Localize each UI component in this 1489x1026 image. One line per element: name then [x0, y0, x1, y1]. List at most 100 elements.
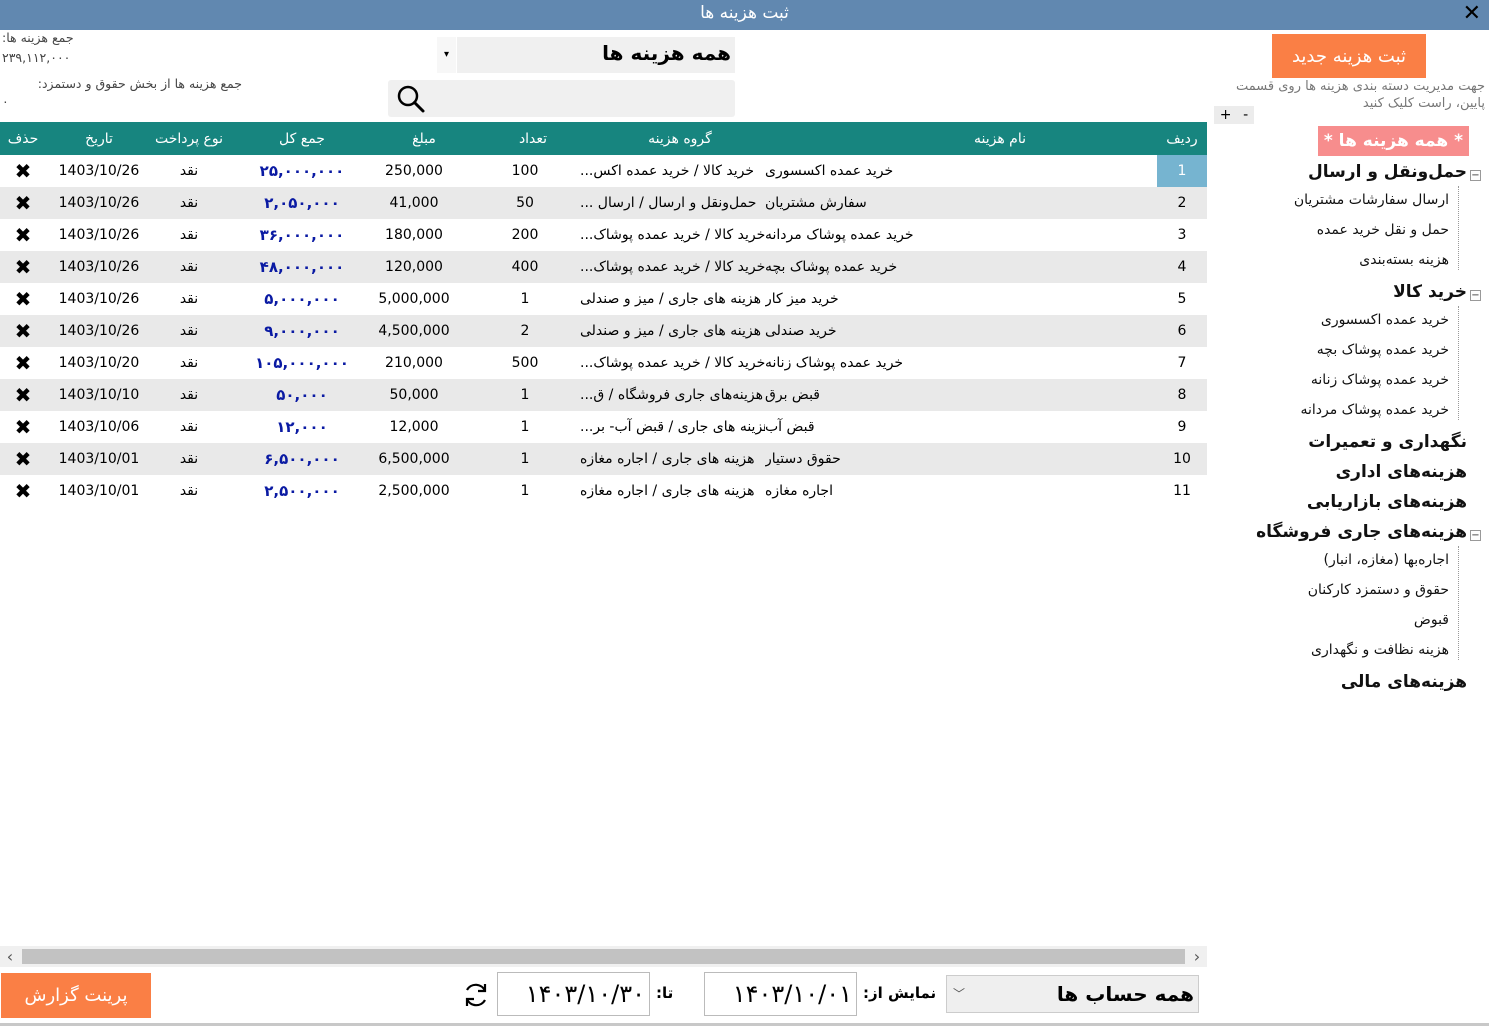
header-payment[interactable]: نوع پرداخت [152, 122, 226, 155]
tree-category[interactable]: خرید کالا [1393, 282, 1467, 302]
header-qty[interactable]: تعداد [470, 122, 596, 155]
chevron-down-icon[interactable]: ﹀ [953, 985, 965, 1002]
new-expense-button[interactable]: ثبت هزینه جدید [1272, 34, 1426, 78]
table-row[interactable]: ✖ 1403/10/26 نقد ۲۵,۰۰۰,۰۰۰ 250,000 100 خرید ک… [0, 155, 1207, 187]
dropdown-arrow-icon[interactable]: ▾ [437, 37, 457, 73]
table-row[interactable]: ✖ 1403/10/01 نقد ۶,۵۰۰,۰۰۰ 6,500,000 1 هزینه ه… [0, 443, 1207, 475]
delete-icon[interactable]: ✖ [0, 379, 46, 411]
header-name[interactable]: نام هزینه [780, 122, 1220, 155]
tree-subcategory[interactable]: خرید عمده پوشاک مردانه [1300, 402, 1449, 418]
table-row[interactable]: ✖ 1403/10/01 نقد ۲,۵۰۰,۰۰۰ 2,500,000 1 هزینه ه… [0, 475, 1207, 507]
expand-all-button[interactable]: + [1220, 107, 1232, 123]
delete-icon[interactable]: ✖ [0, 187, 46, 219]
cell-total: ۱۰۵,۰۰۰,۰۰۰ [255, 354, 349, 372]
tree-category[interactable]: هزینه‌های اداری [1336, 462, 1467, 482]
header-amount[interactable]: مبلغ [378, 122, 470, 155]
tree-subcategory[interactable]: ارسال سفارشات مشتریان [1294, 192, 1449, 208]
delete-icon[interactable]: ✖ [0, 283, 46, 315]
expenses-table: حذف تاریخ نوع پرداخت جمع کل مبلغ تعداد گ… [0, 122, 1207, 507]
table-row[interactable]: ✖ 1403/10/26 نقد ۲,۰۵۰,۰۰۰ 41,000 50 حمل‌ونقل … [0, 187, 1207, 219]
search-icon[interactable] [396, 84, 426, 114]
tree-root-all-expenses[interactable]: * همه هزینه ها * [1317, 126, 1469, 156]
cell-name: اجاره مغازه [765, 483, 833, 499]
cell-total: ۴۸,۰۰۰,۰۰۰ [259, 258, 345, 276]
print-report-button[interactable]: پرینت گزارش [1, 973, 151, 1018]
cell-date: 1403/10/01 [58, 451, 140, 467]
table-row[interactable]: ✖ 1403/10/20 نقد ۱۰۵,۰۰۰,۰۰۰ 210,000 500 خرید … [0, 347, 1207, 379]
header-delete[interactable]: حذف [0, 122, 46, 155]
tree-subcategory[interactable]: خرید عمده پوشاک زنانه [1311, 372, 1449, 388]
cell-qty: 1 [520, 483, 530, 499]
search-input[interactable] [436, 80, 732, 117]
delete-icon[interactable]: ✖ [0, 155, 46, 187]
cell-date: 1403/10/26 [58, 291, 140, 307]
delete-icon[interactable]: ✖ [0, 347, 46, 379]
scrollbar-thumb[interactable] [22, 949, 1185, 964]
cell-qty: 1 [520, 451, 530, 467]
delete-icon[interactable]: ✖ [0, 475, 46, 507]
tree-subcategory[interactable]: قبوض [1414, 612, 1449, 628]
tree-category[interactable]: حمل‌ونقل و ارسال [1308, 162, 1467, 182]
tree-category[interactable]: نگهداری و تعمیرات [1308, 432, 1467, 452]
header-index[interactable]: ردیف [1157, 122, 1207, 155]
cell-payment: نقد [179, 259, 199, 275]
tree-subcategory[interactable]: حقوق و دستمزد کارکنان [1308, 582, 1449, 598]
table-row[interactable]: ✖ 1403/10/06 نقد ۱۲,۰۰۰ 12,000 1 هزینه های جار… [0, 411, 1207, 443]
tree-category[interactable]: هزینه‌های بازاریابی [1307, 492, 1467, 512]
cell-payment: نقد [179, 227, 199, 243]
tree-connector [1458, 546, 1459, 660]
horizontal-scrollbar[interactable]: ‹ › [0, 946, 1207, 967]
account-dropdown[interactable]: همه حساب ها ﹀ [946, 975, 1199, 1013]
cell-index: 11 [1173, 483, 1191, 499]
delete-icon[interactable]: ✖ [0, 251, 46, 283]
table-row[interactable]: ✖ 1403/10/26 نقد ۵,۰۰۰,۰۰۰ 5,000,000 1 هزینه ه… [0, 283, 1207, 315]
scroll-left-icon[interactable]: ‹ [0, 946, 20, 967]
tree-subcategory[interactable]: خرید عمده پوشاک بچه [1317, 342, 1449, 358]
tree-subcategory[interactable]: حمل و نقل خرید عمده [1317, 222, 1449, 238]
collapse-node-icon[interactable]: − [1470, 290, 1481, 301]
to-date-field[interactable]: ۱۴۰۳/۱۰/۳۰ [497, 972, 650, 1016]
cell-total: ۲,۰۵۰,۰۰۰ [264, 194, 340, 212]
window-title: ثبت هزینه ها [700, 3, 789, 23]
table-row[interactable]: ✖ 1403/10/26 نقد ۴۸,۰۰۰,۰۰۰ 120,000 400 خرید ک… [0, 251, 1207, 283]
header-date[interactable]: تاریخ [46, 122, 152, 155]
tree-category[interactable]: هزینه‌های جاری فروشگاه [1256, 522, 1467, 542]
cell-total: ۵,۰۰۰,۰۰۰ [264, 290, 340, 308]
cell-date: 1403/10/01 [58, 483, 140, 499]
collapse-node-icon[interactable]: − [1470, 170, 1481, 181]
collapse-all-button[interactable]: - [1243, 107, 1248, 123]
header-group[interactable]: گروه هزینه [580, 122, 780, 155]
delete-icon[interactable]: ✖ [0, 411, 46, 443]
cell-name: خرید عمده پوشاک زنانه [765, 355, 904, 371]
cell-group: هزینه های جاری / میز و صندلی [580, 323, 762, 339]
from-date-field[interactable]: ۱۴۰۳/۱۰/۰۱ [704, 972, 857, 1016]
cell-payment: نقد [179, 323, 199, 339]
cell-group: هزینه های جاری / اجاره مغازه [580, 483, 755, 499]
cell-index: 2 [1177, 195, 1187, 211]
tree-subcategory[interactable]: هزینه نظافت و نگهداری [1311, 642, 1449, 658]
close-icon[interactable]: ✕ [1463, 1, 1481, 26]
table-row[interactable]: ✖ 1403/10/26 نقد ۹,۰۰۰,۰۰۰ 4,500,000 2 هزینه ه… [0, 315, 1207, 347]
cell-index: 6 [1177, 323, 1187, 339]
refresh-icon[interactable] [461, 980, 491, 1010]
cell-amount: 120,000 [385, 259, 443, 275]
table-row[interactable]: ✖ 1403/10/10 نقد ۵۰,۰۰۰ 50,000 1 هزینه‌های جار… [0, 379, 1207, 411]
table-row[interactable]: ✖ 1403/10/26 نقد ۳۶,۰۰۰,۰۰۰ 180,000 200 خرید ک… [0, 219, 1207, 251]
scroll-right-icon[interactable]: › [1187, 946, 1207, 967]
delete-icon[interactable]: ✖ [0, 219, 46, 251]
delete-icon[interactable]: ✖ [0, 443, 46, 475]
tree-category[interactable]: هزینه‌های مالی [1341, 672, 1467, 692]
delete-icon[interactable]: ✖ [0, 315, 46, 347]
cell-group: خرید کالا / خرید عمده پوشاک... [580, 355, 765, 371]
collapse-node-icon[interactable]: − [1470, 530, 1481, 541]
expense-group-dropdown[interactable]: همه هزینه ها ▾ [437, 37, 735, 73]
tree-subcategory[interactable]: اجاره‌بها (مغازه، انبار) [1323, 552, 1449, 568]
cell-date: 1403/10/06 [58, 419, 140, 435]
tree-subcategory[interactable]: هزینه بسته‌بندی [1359, 252, 1449, 268]
tree-subcategory[interactable]: خرید عمده اکسسوری [1321, 312, 1449, 328]
cell-index: 4 [1177, 259, 1187, 275]
header-total[interactable]: جمع کل [226, 122, 378, 155]
salary-expenses-label: جمع هزینه ها از بخش حقوق و دستمزد: [37, 76, 242, 91]
cell-amount: 12,000 [389, 419, 439, 435]
cell-date: 1403/10/26 [58, 323, 140, 339]
